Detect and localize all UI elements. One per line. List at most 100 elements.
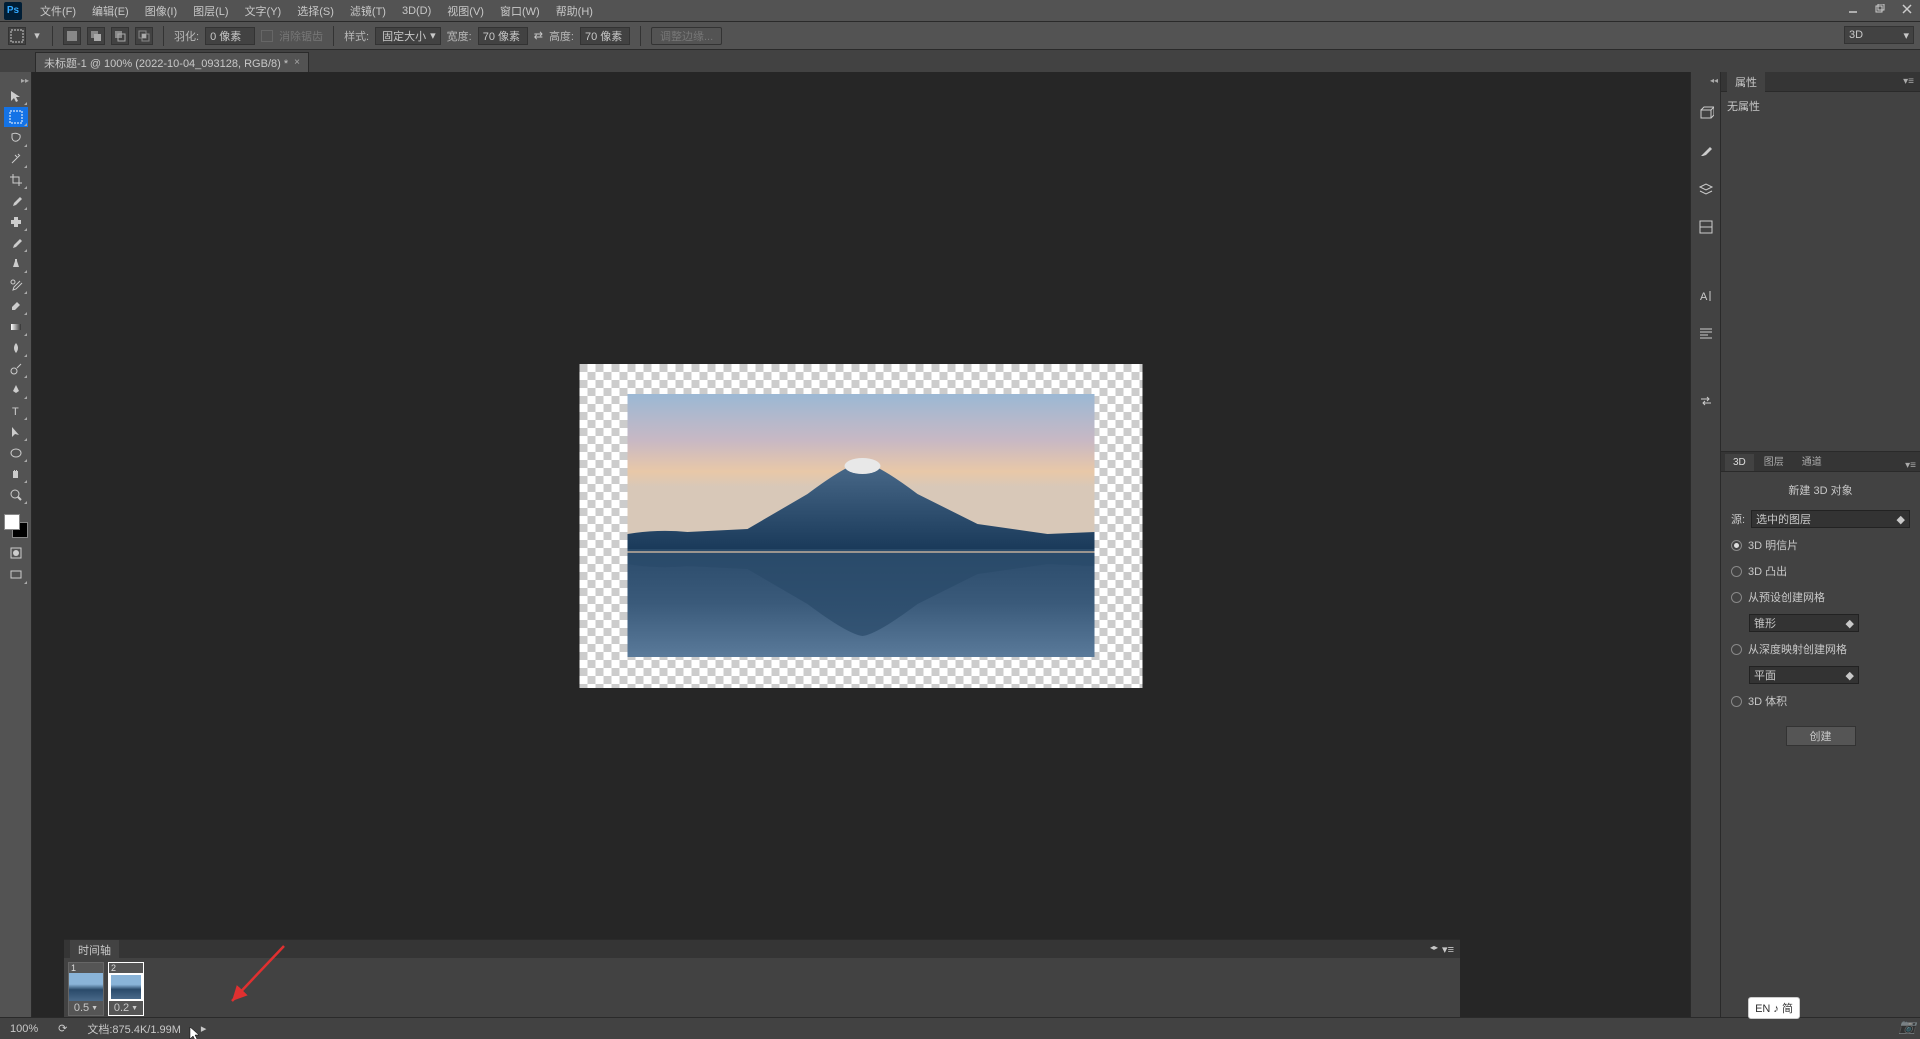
swap-panel-icon[interactable] bbox=[1696, 391, 1716, 411]
canvas-area[interactable]: 时间轴 ◂▸ ▾≡ 1 0.5▼ 2 0.2▼ bbox=[32, 72, 1690, 1039]
menu-file[interactable]: 文件(F) bbox=[32, 0, 84, 22]
close-button[interactable] bbox=[1894, 0, 1920, 18]
pen-tool[interactable] bbox=[4, 380, 28, 400]
shape-tool[interactable] bbox=[4, 443, 28, 463]
type-tool[interactable]: T bbox=[4, 401, 28, 421]
eraser-tool[interactable] bbox=[4, 296, 28, 316]
menu-layer[interactable]: 图层(L) bbox=[185, 0, 236, 22]
tab-layers[interactable]: 图层 bbox=[1756, 450, 1792, 471]
image-content bbox=[628, 394, 1095, 657]
zoom-tool[interactable] bbox=[4, 485, 28, 505]
minimize-button[interactable] bbox=[1840, 0, 1866, 18]
marquee-tool[interactable] bbox=[4, 107, 28, 127]
menu-filter[interactable]: 滤镜(T) bbox=[342, 0, 394, 22]
watermark: 📷 bbox=[1895, 1014, 1920, 1039]
create-button[interactable]: 创建 bbox=[1786, 726, 1856, 746]
ime-indicator[interactable]: EN ♪ 简 bbox=[1748, 997, 1800, 1019]
document-tab[interactable]: 未标题-1 @ 100% (2022-10-04_093128, RGB/8) … bbox=[35, 52, 309, 72]
frame-delay[interactable]: 0.5▼ bbox=[69, 1001, 103, 1015]
timeline-frame-1[interactable]: 1 0.5▼ bbox=[68, 962, 104, 1016]
canvas[interactable] bbox=[580, 364, 1143, 688]
timeline-tab[interactable]: 时间轴 bbox=[70, 940, 119, 960]
workspace-select[interactable]: 3D▾ bbox=[1844, 26, 1914, 44]
menu-image[interactable]: 图像(I) bbox=[137, 0, 185, 22]
document-tab-bar: 未标题-1 @ 100% (2022-10-04_093128, RGB/8) … bbox=[0, 50, 1920, 72]
eyedropper-tool[interactable] bbox=[4, 191, 28, 211]
tool-preset-dropdown[interactable]: ▾ bbox=[32, 29, 42, 42]
window-controls bbox=[1839, 0, 1920, 18]
timeline-menu-icon[interactable]: ▾≡ bbox=[1442, 943, 1454, 956]
blur-tool[interactable] bbox=[4, 338, 28, 358]
source-select[interactable]: 选中的图层◆ bbox=[1751, 510, 1910, 528]
radio-3d-extrude[interactable]: 3D 凸出 bbox=[1731, 562, 1910, 580]
screenmode-toggle[interactable] bbox=[4, 565, 28, 585]
timeline-collapse-icon[interactable]: ◂▸ bbox=[1430, 943, 1438, 956]
color-swatches[interactable] bbox=[4, 514, 28, 538]
properties-tab[interactable]: 属性 bbox=[1727, 72, 1765, 92]
radio-3d-preset[interactable]: 从预设创建网格 bbox=[1731, 588, 1910, 606]
collapse-icon[interactable]: ▸▸ bbox=[21, 76, 29, 85]
expand-icon[interactable]: ◂◂ bbox=[1710, 76, 1718, 85]
timeline-frame-2[interactable]: 2 0.2▼ bbox=[108, 962, 144, 1016]
frame-delay[interactable]: 0.2▼ bbox=[109, 1001, 143, 1015]
menu-edit[interactable]: 编辑(E) bbox=[84, 0, 137, 22]
panel-menu-icon[interactable]: ▾≡ bbox=[1903, 76, 1914, 87]
brush-panel-icon[interactable] bbox=[1696, 141, 1716, 161]
paragraph-panel-icon[interactable] bbox=[1696, 323, 1716, 343]
crop-tool[interactable] bbox=[4, 170, 28, 190]
swap-wh-icon[interactable]: ⇄ bbox=[534, 29, 543, 42]
history-brush-tool[interactable] bbox=[4, 275, 28, 295]
radio-3d-volume[interactable]: 3D 体积 bbox=[1731, 692, 1910, 710]
width-input[interactable]: 70 像素 bbox=[478, 27, 528, 45]
quickmask-toggle[interactable] bbox=[4, 543, 28, 563]
menu-window[interactable]: 窗口(W) bbox=[492, 0, 548, 22]
clone-stamp-tool[interactable] bbox=[4, 254, 28, 274]
panel-menu-icon[interactable]: ▾≡ bbox=[1905, 460, 1916, 471]
magic-wand-tool[interactable] bbox=[4, 149, 28, 169]
brush-tool[interactable] bbox=[4, 233, 28, 253]
properties-body: 无属性 bbox=[1721, 92, 1920, 451]
move-tool[interactable] bbox=[4, 86, 28, 106]
menu-view[interactable]: 视图(V) bbox=[439, 0, 492, 22]
healing-brush-tool[interactable] bbox=[4, 212, 28, 232]
gradient-tool[interactable] bbox=[4, 317, 28, 337]
dodge-tool[interactable] bbox=[4, 359, 28, 379]
selection-add-icon[interactable] bbox=[87, 27, 105, 45]
path-select-tool[interactable] bbox=[4, 422, 28, 442]
adjustments-panel-icon[interactable] bbox=[1696, 217, 1716, 237]
menu-select[interactable]: 选择(S) bbox=[289, 0, 342, 22]
tab-channels[interactable]: 通道 bbox=[1794, 450, 1830, 471]
options-bar: ▾ 羽化: 0 像素 消除锯齿 样式: 固定大小▾ 宽度: 70 像素 ⇄ 高度… bbox=[0, 22, 1920, 50]
hand-tool[interactable] bbox=[4, 464, 28, 484]
maximize-button[interactable] bbox=[1867, 0, 1893, 18]
style-label: 样式: bbox=[344, 28, 369, 44]
height-input[interactable]: 70 像素 bbox=[580, 27, 630, 45]
marquee-tool-icon[interactable] bbox=[8, 27, 26, 45]
feather-label: 羽化: bbox=[174, 28, 199, 44]
3d-panel-icon[interactable] bbox=[1696, 103, 1716, 123]
lasso-tool[interactable] bbox=[4, 128, 28, 148]
layers-panel-icon[interactable] bbox=[1696, 179, 1716, 199]
feather-input[interactable]: 0 像素 bbox=[205, 27, 255, 45]
character-panel-icon[interactable]: A bbox=[1696, 285, 1716, 305]
selection-intersect-icon[interactable] bbox=[135, 27, 153, 45]
style-select[interactable]: 固定大小▾ bbox=[375, 27, 441, 45]
menu-3d[interactable]: 3D(D) bbox=[394, 0, 439, 22]
menu-help[interactable]: 帮助(H) bbox=[548, 0, 601, 22]
preset-select[interactable]: 锥形◆ bbox=[1749, 614, 1859, 632]
doc-size[interactable]: 文档:875.4K/1.99M bbox=[87, 1021, 181, 1037]
menu-type[interactable]: 文字(Y) bbox=[237, 0, 290, 22]
selection-subtract-icon[interactable] bbox=[111, 27, 129, 45]
depth-select[interactable]: 平面◆ bbox=[1749, 666, 1859, 684]
document-tab-title: 未标题-1 @ 100% (2022-10-04_093128, RGB/8) … bbox=[44, 55, 288, 71]
timeline-frames: 1 0.5▼ 2 0.2▼ bbox=[64, 958, 1460, 1020]
no-properties-label: 无属性 bbox=[1727, 101, 1760, 113]
foreground-color-swatch[interactable] bbox=[4, 514, 20, 530]
selection-new-icon[interactable] bbox=[63, 27, 81, 45]
tab-3d[interactable]: 3D bbox=[1725, 454, 1754, 471]
radio-3d-depth[interactable]: 从深度映射创建网格 bbox=[1731, 640, 1910, 658]
zoom-level[interactable]: 100% bbox=[10, 1023, 38, 1035]
refresh-icon[interactable]: ⟳ bbox=[58, 1022, 67, 1035]
radio-3d-postcard[interactable]: 3D 明信片 bbox=[1731, 536, 1910, 554]
close-tab-icon[interactable]: × bbox=[294, 57, 300, 68]
